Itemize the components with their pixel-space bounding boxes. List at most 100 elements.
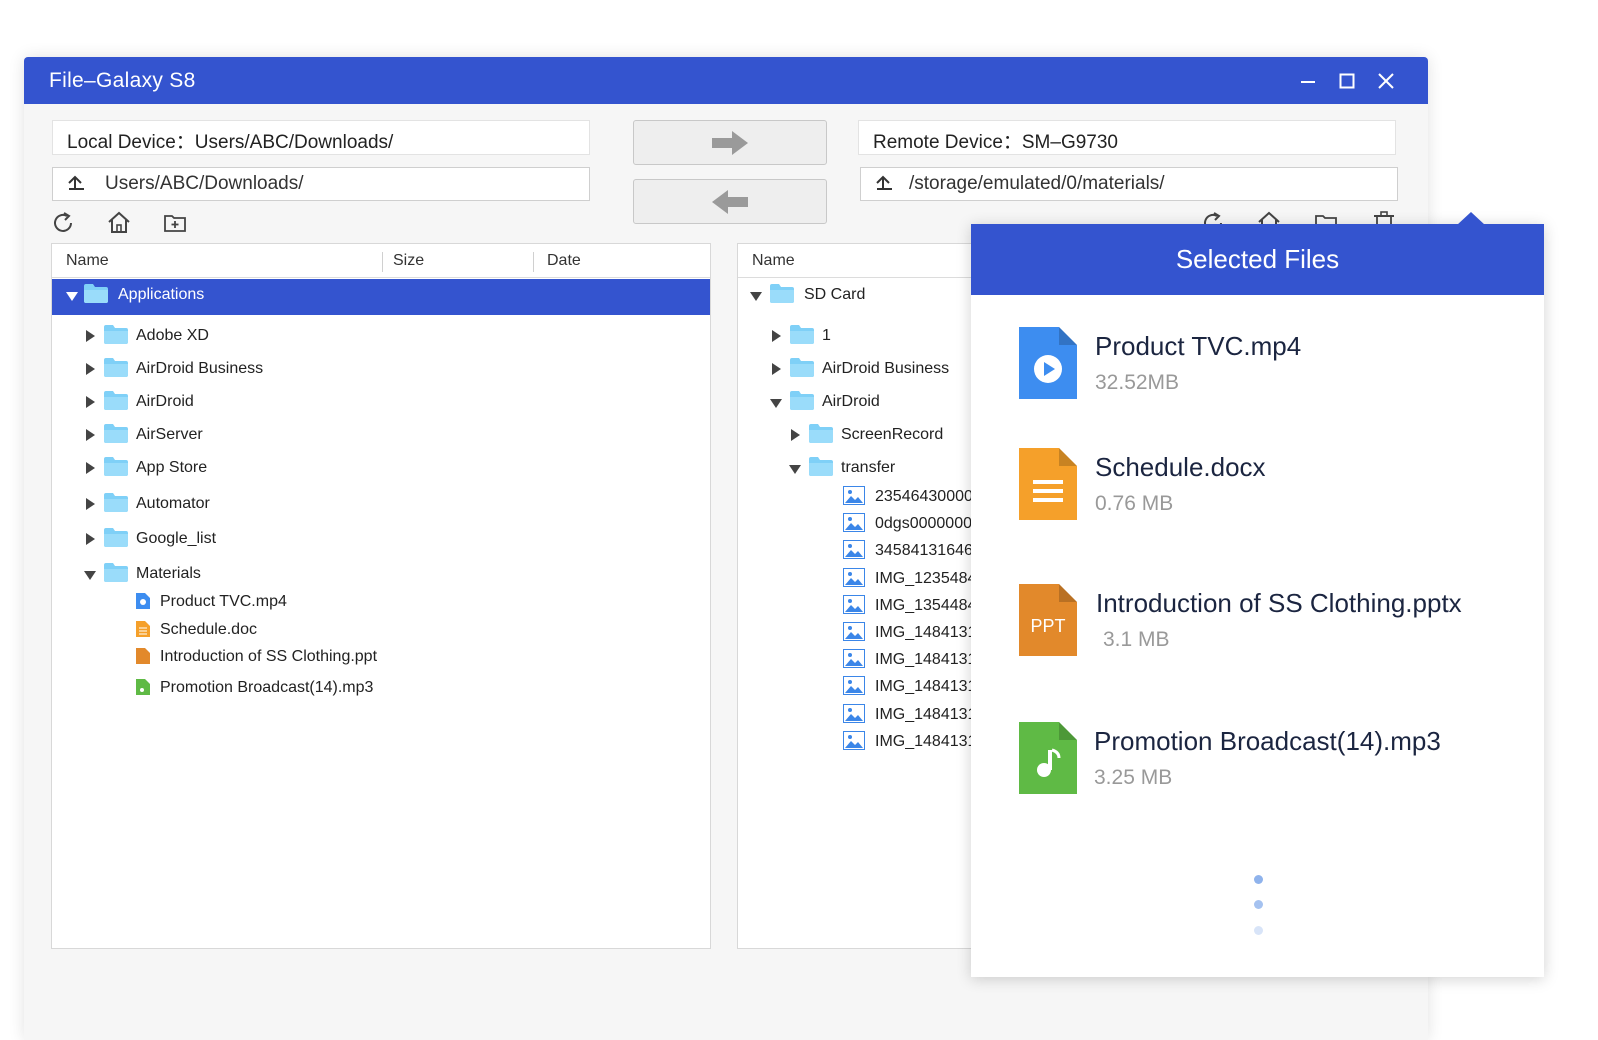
item-label: IMG_13544840 bbox=[875, 596, 986, 614]
folder-icon bbox=[104, 325, 128, 344]
folder-icon bbox=[104, 358, 128, 377]
file-row[interactable]: Promotion Broadcast(14).mp3 bbox=[52, 672, 710, 706]
close-icon[interactable] bbox=[1374, 69, 1398, 93]
folder-icon bbox=[790, 358, 814, 377]
selected-file-size: 3.1 MB bbox=[1103, 628, 1170, 651]
transfer-left-button[interactable] bbox=[633, 179, 827, 224]
item-label: Materials bbox=[136, 565, 201, 582]
item-label: Applications bbox=[118, 286, 205, 303]
column-size[interactable]: Size bbox=[393, 252, 424, 270]
folder-row[interactable]: AirServer bbox=[52, 419, 710, 453]
expand-arrow-icon[interactable] bbox=[86, 396, 95, 408]
selected-file-item[interactable]: PPT Introduction of SS Clothing.pptx 3.1 M… bbox=[971, 584, 1544, 674]
video-file-icon bbox=[1019, 327, 1077, 399]
image-file-icon bbox=[843, 567, 865, 587]
doc-file-icon bbox=[136, 621, 150, 637]
selected-file-name: Schedule.docx bbox=[1095, 452, 1266, 482]
column-name[interactable]: Name bbox=[66, 252, 109, 270]
folder-icon bbox=[104, 457, 128, 476]
item-label: 23546430000 bbox=[875, 488, 973, 505]
expand-arrow-icon[interactable] bbox=[772, 363, 781, 375]
home-icon[interactable] bbox=[106, 210, 132, 236]
expand-arrow-icon[interactable] bbox=[791, 429, 800, 441]
item-label: Introduction of SS Clothing.ppt bbox=[160, 648, 378, 665]
folder-row[interactable]: Automator bbox=[52, 488, 710, 522]
refresh-icon[interactable] bbox=[50, 210, 76, 236]
folder-icon bbox=[104, 563, 128, 582]
item-label: AirDroid Business bbox=[822, 360, 950, 377]
folder-row[interactable]: App Store bbox=[52, 452, 710, 486]
maximize-icon[interactable] bbox=[1335, 69, 1359, 93]
column-date[interactable]: Date bbox=[547, 252, 581, 270]
item-label: IMG_12354840 bbox=[875, 569, 986, 587]
folder-icon bbox=[809, 457, 833, 476]
local-path-field[interactable]: Users/ABC/Downloads/ bbox=[52, 167, 590, 201]
popup-title: Selected Files bbox=[971, 224, 1544, 295]
image-file-icon bbox=[843, 486, 865, 505]
item-label: Adobe XD bbox=[136, 327, 209, 344]
item-label: Schedule.doc bbox=[160, 621, 257, 638]
folder-row-applications[interactable]: Applications bbox=[52, 279, 710, 315]
item-label: AirDroid Business bbox=[136, 360, 264, 377]
selected-file-item[interactable]: Promotion Broadcast(14).mp3 3.25 MB bbox=[971, 722, 1544, 812]
remote-path-field[interactable]: /storage/emulated/0/materials/ bbox=[860, 167, 1398, 201]
item-label: 1 bbox=[822, 327, 831, 344]
collapse-arrow-icon[interactable] bbox=[770, 399, 782, 408]
transfer-right-button[interactable] bbox=[633, 120, 827, 165]
item-label: transfer bbox=[841, 459, 896, 476]
selected-file-name: Introduction of SS Clothing.pptx bbox=[1096, 588, 1462, 618]
expand-arrow-icon[interactable] bbox=[86, 498, 95, 510]
item-label: Promotion Broadcast(14).mp3 bbox=[160, 679, 374, 696]
folder-row[interactable]: Google_list bbox=[52, 523, 710, 557]
collapse-arrow-icon[interactable] bbox=[66, 292, 78, 301]
selected-file-item[interactable]: Schedule.docx 0.76 MB bbox=[971, 448, 1544, 538]
up-folder-icon[interactable] bbox=[66, 174, 86, 198]
collapse-arrow-icon[interactable] bbox=[789, 465, 801, 474]
expand-arrow-icon[interactable] bbox=[86, 330, 95, 342]
file-row[interactable]: Introduction of SS Clothing.ppt bbox=[52, 641, 710, 675]
local-device-label: Local Device：Users/ABC/Downloads/ bbox=[52, 120, 590, 155]
expand-arrow-icon[interactable] bbox=[86, 429, 95, 441]
local-file-panel: Name Size Date Applications Adobe XD AirDr… bbox=[51, 243, 711, 949]
local-column-header: Name Size Date bbox=[52, 244, 710, 278]
minimize-icon[interactable] bbox=[1296, 69, 1320, 93]
folder-row[interactable]: Adobe XD bbox=[52, 320, 710, 354]
item-label: IMG_14841319 bbox=[875, 678, 986, 696]
image-file-icon bbox=[843, 730, 865, 750]
expand-arrow-icon[interactable] bbox=[86, 533, 95, 545]
folder-row[interactable]: AirDroid bbox=[52, 386, 710, 420]
folder-icon bbox=[84, 284, 108, 303]
audio-file-icon bbox=[136, 679, 150, 695]
expand-arrow-icon[interactable] bbox=[86, 462, 95, 474]
selected-file-name: Product TVC.mp4 bbox=[1095, 331, 1302, 361]
expand-arrow-icon[interactable] bbox=[86, 363, 95, 375]
expand-arrow-icon[interactable] bbox=[772, 330, 781, 342]
image-file-icon bbox=[843, 594, 865, 614]
column-name[interactable]: Name bbox=[752, 252, 795, 270]
remote-device-label: Remote Device：SM–G9730 bbox=[858, 120, 1396, 155]
selected-file-size: 3.25 MB bbox=[1094, 766, 1173, 789]
title-bar: File–Galaxy S8 bbox=[24, 57, 1428, 104]
item-label: AirServer bbox=[136, 426, 203, 443]
scroll-dot bbox=[1254, 900, 1263, 909]
item-label: IMG_14841319 bbox=[875, 705, 986, 723]
item-label: Automator bbox=[136, 495, 210, 512]
selected-file-name: Promotion Broadcast(14).mp3 bbox=[1094, 726, 1441, 756]
image-file-icon bbox=[843, 540, 865, 560]
selected-files-popup: Selected Files Product TVC.mp4 32.52MB Sch… bbox=[971, 212, 1544, 977]
item-label: AirDroid bbox=[136, 393, 194, 410]
item-label: 34584131646 bbox=[875, 542, 973, 560]
folder-icon bbox=[809, 424, 833, 443]
folder-icon bbox=[104, 391, 128, 410]
folder-icon bbox=[770, 284, 794, 303]
ppt-file-icon: PPT bbox=[1019, 584, 1077, 656]
collapse-arrow-icon[interactable] bbox=[84, 571, 96, 580]
folder-row[interactable]: AirDroid Business bbox=[52, 353, 710, 387]
new-folder-icon[interactable] bbox=[162, 210, 188, 236]
item-label: Google_list bbox=[136, 530, 217, 547]
selected-file-item[interactable]: Product TVC.mp4 32.52MB bbox=[971, 327, 1544, 417]
collapse-arrow-icon[interactable] bbox=[750, 292, 762, 301]
item-label: IMG_14841313 bbox=[875, 732, 986, 750]
item-label: IMG_14841314 bbox=[875, 651, 986, 669]
up-folder-icon[interactable] bbox=[874, 174, 894, 198]
